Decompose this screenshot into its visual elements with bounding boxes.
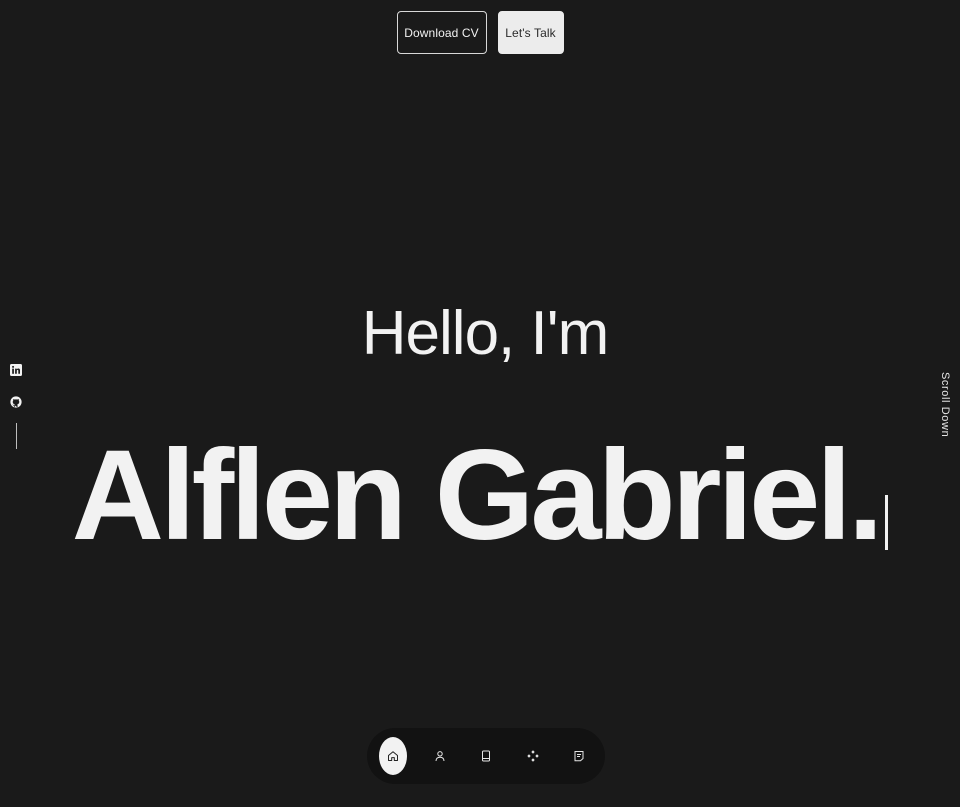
- linkedin-icon[interactable]: [10, 363, 23, 376]
- lets-talk-button[interactable]: Let's Talk: [497, 11, 564, 54]
- services-icon: [526, 750, 539, 762]
- scroll-down-link[interactable]: Scroll Down: [939, 372, 951, 437]
- hero-name-row: Alflen Gabriel.: [0, 432, 960, 560]
- social-links: [9, 363, 23, 449]
- hero-name: Alflen Gabriel.: [71, 424, 884, 567]
- message-icon: [573, 750, 585, 762]
- nav-home[interactable]: [379, 737, 407, 775]
- nav-resume[interactable]: [472, 737, 500, 775]
- cta-buttons: Download CV Let's Talk: [0, 11, 960, 54]
- book-icon: [480, 750, 492, 762]
- user-icon: [434, 750, 446, 762]
- social-divider: [15, 423, 17, 449]
- nav-services[interactable]: [519, 737, 547, 775]
- download-cv-button[interactable]: Download CV: [396, 11, 487, 54]
- hero-greeting: Hello, I'm: [361, 299, 609, 368]
- typing-cursor: [885, 495, 889, 550]
- github-icon[interactable]: [10, 395, 23, 408]
- bottom-nav: [367, 728, 605, 784]
- home-icon: [387, 750, 399, 762]
- nav-contact[interactable]: [565, 737, 593, 775]
- nav-about[interactable]: [426, 737, 454, 775]
- home-section: Download CV Let's Talk Hello, I'm Alflen…: [0, 0, 960, 807]
